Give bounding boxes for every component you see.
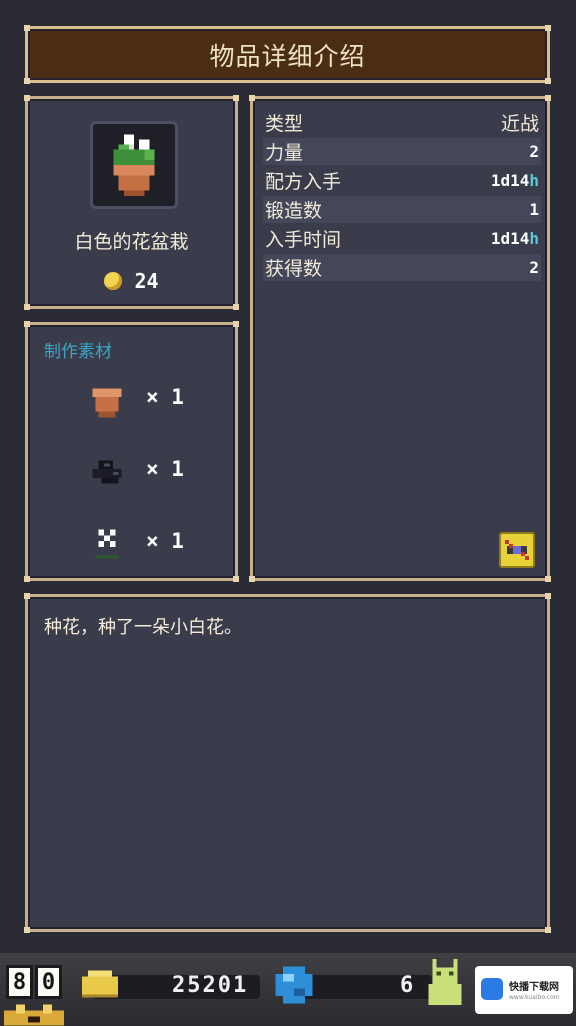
blue-gem-icon — [275, 966, 313, 1004]
stat-row-forge-count: 锻造数 1 — [263, 196, 541, 223]
watermark-url: www.kuaibo.com — [509, 994, 560, 1001]
item-name: 白色的花盆栽 — [74, 231, 189, 253]
item-price: 24 — [28, 269, 235, 293]
material-qty: × 1 — [146, 457, 184, 481]
watermark-title: 快播下载网 — [509, 982, 559, 993]
stat-label: 力量 — [265, 142, 304, 164]
stat-row-power: 力量 2 — [263, 138, 541, 165]
watermark-logo-icon — [481, 978, 503, 1000]
potted-white-flower-icon — [113, 134, 155, 196]
stat-row-type: 类型 近战 — [263, 109, 541, 136]
materials-panel: 制作素材 × 1 × 1 × 1 — [24, 321, 239, 582]
stat-value: 1d14h — [491, 171, 539, 190]
item-card: 白色的花盆栽 24 — [24, 95, 239, 310]
material-row: × 1 — [28, 447, 235, 497]
stat-value: 1d14h — [491, 229, 539, 248]
stat-label: 配方入手 — [265, 171, 342, 193]
hud-digit: 8 — [6, 965, 33, 999]
materials-title: 制作素材 — [44, 342, 112, 362]
android-robot-icon — [428, 959, 462, 1005]
stat-label: 类型 — [265, 113, 304, 135]
hud-digit: 0 — [35, 965, 62, 999]
stat-value: 2 — [529, 142, 539, 161]
stat-row-recipe-obtained: 配方入手 1d14h — [263, 167, 541, 194]
hide-eye-toggle-button[interactable] — [499, 532, 535, 568]
stat-row-obtain-time: 入手时间 1d14h — [263, 225, 541, 252]
stat-value: 近战 — [500, 113, 539, 135]
character-face-icon — [4, 1004, 64, 1026]
clay-pot-icon — [92, 388, 122, 418]
stat-row-obtain-count: 获得数 2 — [263, 254, 541, 281]
description-panel: 种花，种了一朵小白花。 — [24, 593, 551, 933]
material-qty: × 1 — [146, 385, 184, 409]
crossed-eye-icon — [505, 540, 529, 560]
stat-value: 2 — [529, 258, 539, 277]
stat-value-num: 1d14 — [490, 171, 530, 190]
coin-icon — [104, 272, 123, 290]
stat-value: 1 — [529, 200, 539, 219]
page-title: 物品详细介绍 — [209, 41, 366, 71]
item-icon-frame — [90, 121, 178, 209]
material-row: × 1 — [28, 375, 235, 425]
material-row: × 1 — [28, 519, 235, 569]
dark-soil-icon — [92, 460, 122, 484]
item-description: 种花，种了一朵小白花。 — [44, 617, 242, 638]
stat-value-num: 1d14 — [490, 229, 530, 248]
stats-panel: 类型 近战 力量 2 配方入手 1d14h 锻造数 1 入手时间 1d14h 获… — [249, 95, 551, 582]
stat-value-unit: h — [529, 229, 539, 248]
material-qty: × 1 — [146, 529, 184, 553]
price-value: 24 — [134, 269, 159, 293]
title-bar: 物品详细介绍 — [24, 25, 551, 84]
gem-amount: 6 — [400, 973, 416, 998]
stat-label: 获得数 — [265, 258, 323, 280]
white-flower-seed-icon — [95, 529, 119, 559]
stat-label: 锻造数 — [265, 200, 323, 222]
stat-value-unit: h — [529, 171, 539, 190]
watermark-badge: 快播下载网 www.kuaibo.com — [475, 966, 573, 1014]
gold-pile-icon — [82, 970, 118, 998]
gold-amount: 25201 — [172, 973, 249, 998]
stat-label: 入手时间 — [265, 229, 342, 251]
